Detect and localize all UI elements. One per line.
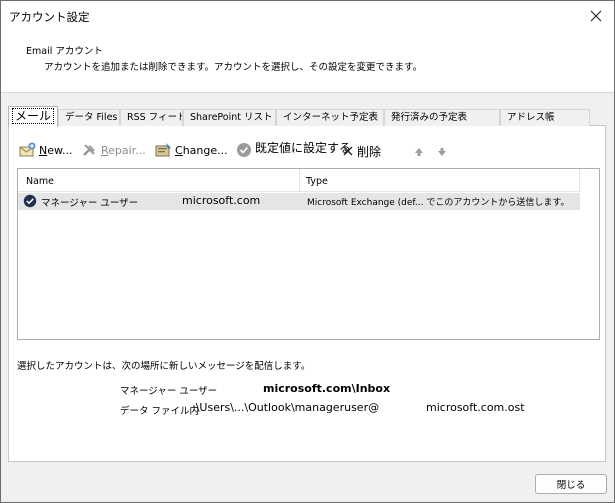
move-down-button[interactable] [433, 142, 453, 162]
checkmark-circle-icon [235, 141, 253, 159]
repair-account-button[interactable]: Repair... [81, 140, 146, 160]
delete-account-button[interactable]: 削除 [341, 141, 381, 161]
move-up-button[interactable] [410, 142, 430, 162]
column-header-type[interactable]: Type [306, 176, 328, 187]
tab-data-files[interactable]: データ Files [58, 109, 120, 126]
repair-tools-icon [81, 141, 99, 159]
arrow-down-icon [433, 143, 451, 161]
change-account-icon [155, 141, 173, 159]
tab-sharepoint-lists[interactable]: SharePoint リスト [183, 109, 276, 126]
set-default-button[interactable]: 既定値に設定する [235, 137, 351, 157]
tab-email-label: メール [12, 108, 55, 124]
arrow-up-icon [410, 143, 428, 161]
new-account-icon [19, 141, 37, 159]
datafile-domain: microsoft.com.ost [426, 401, 525, 414]
column-header-name[interactable]: Name [26, 176, 54, 187]
new-account-button[interactable]: New... [19, 140, 72, 160]
set-default-label: 既定値に設定する [255, 140, 352, 155]
default-account-icon [23, 194, 37, 211]
account-type: Microsoft Exchange (def... でこのアカウントから送信し… [307, 198, 570, 208]
tab-rss-feeds[interactable]: RSS フィード [120, 109, 183, 126]
change-account-button[interactable]: Change... [155, 140, 228, 160]
accounts-list[interactable]: Name Type マネージャー ユーザー microsoft.com Micr… [17, 168, 600, 340]
tab-published-calendars[interactable]: 発行済みの予定表 [384, 109, 500, 126]
account-domain: microsoft.com [182, 194, 261, 207]
account-settings-window: アカウント設定 Email アカウント アカウントを追加または削除できます。アカ… [0, 0, 615, 503]
datafile-path: :\Users\...\Outlook\manageruser@ [192, 401, 380, 414]
change-label: hange... [182, 143, 228, 157]
header-title: Email アカウント [26, 46, 103, 57]
new-label-mnemonic: N [39, 143, 48, 157]
tab-address-books[interactable]: アドレス帳 [500, 109, 590, 126]
tab-strip: メール データ Files RSS フィード SharePoint リスト イン… [8, 106, 606, 127]
list-header: Name Type [18, 169, 580, 192]
column-divider[interactable] [579, 169, 580, 192]
delete-label: 削除 [357, 144, 382, 159]
window-title: アカウント設定 [9, 10, 90, 24]
close-icon [590, 10, 602, 22]
change-label-mnemonic: C [175, 143, 183, 157]
datafile-label: データ ファイル内 [120, 406, 200, 417]
account-name: マネージャー ユーザー [41, 198, 139, 209]
column-divider[interactable] [299, 169, 300, 192]
close-button[interactable]: 閉じる [535, 474, 607, 494]
delivery-mailbox-user: マネージャー ユーザー [120, 386, 218, 397]
tab-internet-calendars[interactable]: インターネット予定表 [276, 109, 384, 126]
dialog-header: Email アカウント アカウントを追加または削除できます。アカウントを選択し、… [1, 31, 614, 93]
delivery-mailbox-path: microsoft.com\Inbox [263, 382, 391, 395]
repair-label: epair... [108, 143, 146, 157]
header-description: アカウントを追加または削除できます。アカウントを選択し、その設定を変更できます。 [44, 62, 423, 73]
tab-email[interactable]: メール [8, 106, 58, 127]
new-label: ew... [47, 143, 73, 157]
delete-x-icon [341, 142, 355, 160]
table-row[interactable]: マネージャー ユーザー microsoft.com Microsoft Exch… [18, 193, 580, 210]
delivery-label: 選択したアカウントは、次の場所に新しいメッセージを配信します。 [17, 361, 311, 372]
close-window-button[interactable] [584, 4, 608, 28]
title-bar: アカウント設定 [1, 1, 614, 31]
